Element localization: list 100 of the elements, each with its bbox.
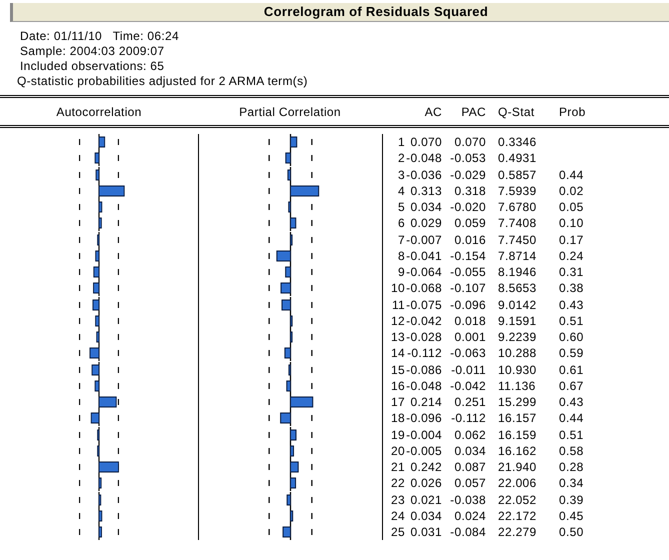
bound-mark: [268, 334, 270, 340]
ac-cell: -0.028: [405, 329, 442, 346]
lag-cell: 12: [391, 312, 405, 329]
bound-mark: [118, 172, 119, 178]
ac-bar: [90, 348, 100, 359]
prob-cell-text: 0.34: [558, 475, 585, 492]
prob-cell-text: 0.60: [558, 329, 585, 346]
bound-mark: [79, 139, 80, 146]
q-stat-cell-text: 0.4931: [497, 150, 538, 166]
bound-mark: [268, 350, 270, 356]
q-stat-cell-text: 22.279: [497, 524, 538, 540]
pac-bar: [280, 282, 291, 294]
lag-cell: 18: [391, 410, 405, 426]
bound-mark: [79, 496, 80, 503]
prob-cell-text: 0.39: [558, 492, 585, 508]
bound-mark: [118, 448, 119, 454]
ac-bar: [95, 315, 100, 326]
bound-mark: [311, 334, 312, 340]
pac-cell-text: 0.001: [453, 329, 486, 346]
pac-bar: [290, 218, 296, 229]
q-stat-cell-text: 22.006: [497, 475, 538, 492]
prob-cell-text: 0.24: [558, 248, 585, 264]
bound-mark: [311, 432, 312, 438]
ac-cell: -0.005: [405, 442, 442, 459]
q-stat-cell-text: 22.052: [497, 492, 538, 508]
ac-bar: [98, 526, 102, 538]
lag-cell: 11: [392, 296, 405, 313]
lag-cell: 4: [398, 182, 405, 199]
bound-mark: [311, 172, 312, 178]
prob-cell-text: 0.44: [558, 410, 585, 426]
prob-cell-text: 0.45: [558, 508, 585, 524]
bound-mark: [311, 366, 312, 372]
ac-bar: [90, 412, 100, 424]
q-stat-cell-text: 16.159: [497, 426, 538, 443]
ac-cell: -0.064: [405, 264, 442, 280]
bound-mark: [79, 334, 80, 340]
pac-cell-text: 0.016: [453, 232, 486, 248]
bound-mark: [118, 432, 119, 438]
lag-cell: 6: [398, 215, 405, 232]
bound-mark: [118, 236, 119, 243]
bound-mark: [311, 382, 312, 389]
prob-cell-text: 0.38: [558, 280, 585, 296]
prob-cell-text: 0.51: [558, 312, 585, 329]
ac-cell: -0.048: [405, 378, 442, 394]
bound-mark: [79, 236, 80, 243]
q-stat-cell-text: 15.299: [497, 394, 538, 410]
pac-bar: [290, 510, 294, 522]
prob-cell-text: 0.44: [558, 166, 585, 183]
bound-mark: [118, 155, 119, 162]
lag-cell: 8: [398, 248, 405, 264]
info-line: Sample: 2004:03 2009:07: [20, 44, 166, 59]
bound-mark: [79, 172, 80, 178]
lag-cell: 3: [398, 166, 405, 183]
ac-cell-text: 0.026: [409, 475, 442, 492]
pac-bar: [290, 478, 296, 489]
lag-cell: 24: [391, 508, 405, 524]
pac-bar: [282, 526, 291, 538]
pac-bar: [290, 429, 296, 440]
bound-mark: [79, 252, 80, 259]
pac-bar: [290, 445, 294, 456]
pac-cell-text: -0.112: [450, 410, 486, 426]
q-stat-cell-text: 8.1946: [497, 264, 538, 280]
bound-mark: [268, 464, 270, 470]
bound-mark: [268, 432, 270, 438]
bound-mark: [311, 415, 312, 422]
bound-mark: [118, 529, 119, 536]
pac-bar: [290, 332, 293, 342]
pac-bar: [286, 494, 291, 505]
pac-bar: [276, 250, 291, 262]
pac-bar: [285, 266, 291, 278]
pac-bar: [290, 185, 320, 196]
pac-cell-text: -0.055: [449, 264, 486, 280]
lag-cell: 23: [391, 492, 405, 508]
bound-mark: [79, 204, 80, 210]
bound-mark: [118, 285, 119, 292]
bound-mark: [79, 366, 80, 373]
bound-mark: [311, 512, 312, 519]
bound-mark: [79, 415, 80, 422]
lag-cell: 2: [398, 150, 405, 166]
pac-cell-text: -0.053: [449, 150, 486, 166]
bound-mark: [118, 512, 119, 519]
ac-bar: [93, 282, 100, 294]
bound-mark: [311, 480, 312, 486]
ac-bar: [92, 364, 100, 376]
ac-cell: -0.042: [405, 312, 442, 329]
lag-cell: 13: [391, 329, 405, 346]
ac-bar: [98, 510, 102, 522]
q-stat-cell-text: 9.2239: [497, 329, 538, 346]
bound-mark: [118, 220, 119, 226]
lag-cell: 15: [391, 362, 405, 378]
q-stat-cell-text: 0.5857: [497, 166, 538, 183]
window-title: Correlogram of Residuals Squared: [10, 3, 669, 22]
ac-cell-text: -0.112: [406, 345, 442, 362]
column-header: Prob: [558, 104, 587, 118]
ac-bar: [95, 250, 100, 262]
ac-cell: -0.004: [405, 426, 442, 443]
bound-mark: [79, 432, 80, 438]
bound-mark: [268, 382, 270, 389]
bound-mark: [311, 350, 312, 356]
ac-bar: [98, 202, 102, 213]
